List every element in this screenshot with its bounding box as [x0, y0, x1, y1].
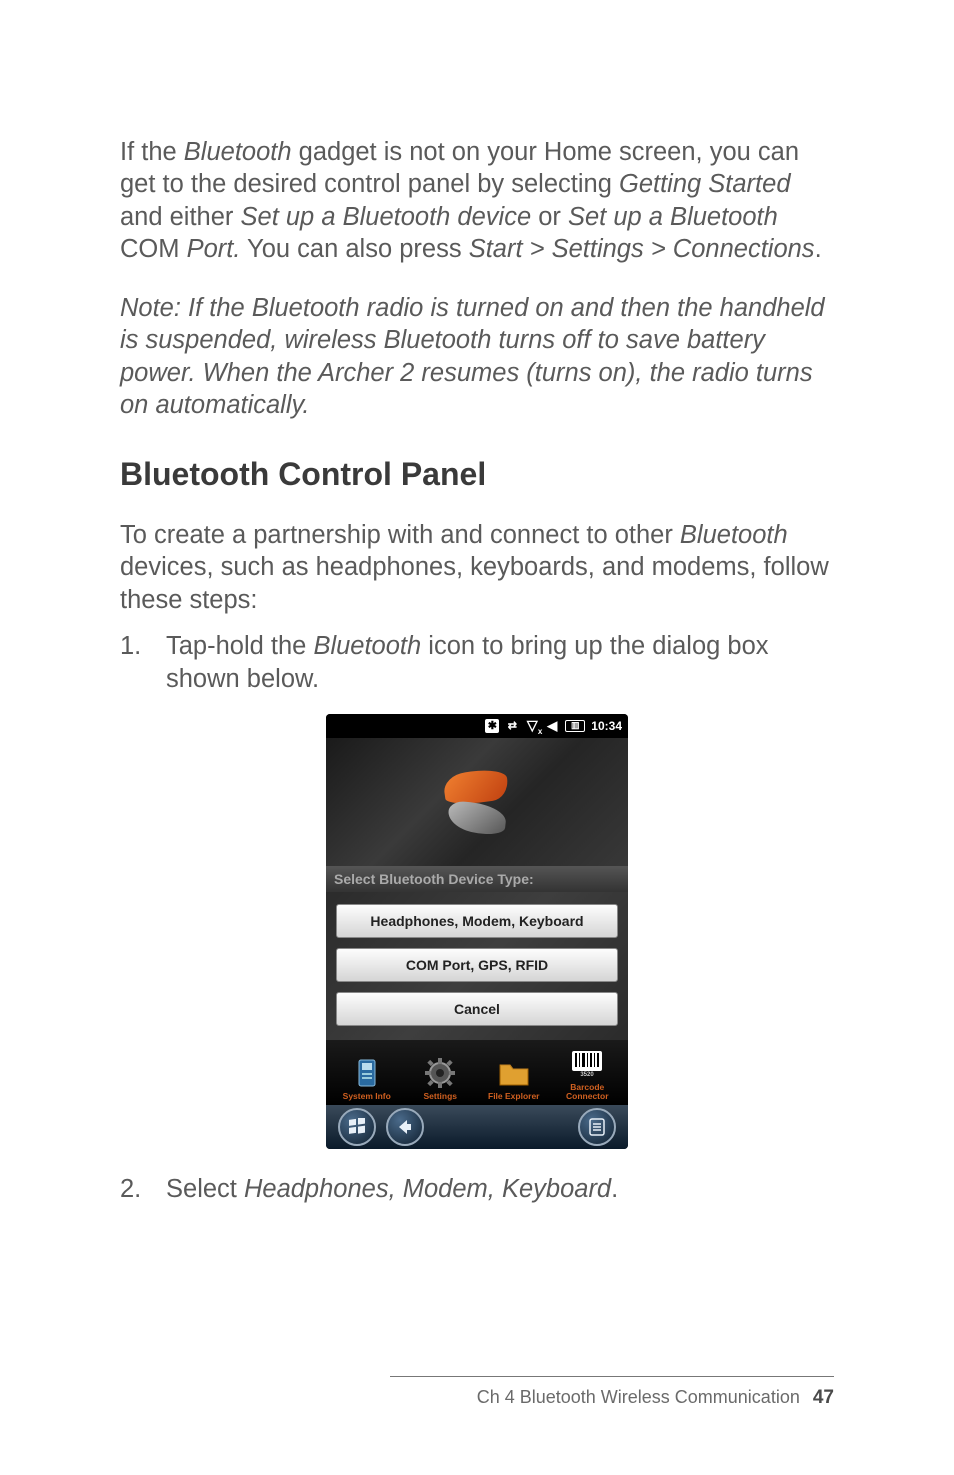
text: devices, such as headphones, keyboards, …: [120, 553, 829, 614]
bluetooth-status-icon: ✱: [485, 719, 499, 733]
text: .: [611, 1175, 618, 1203]
dock-file-explorer[interactable]: File Explorer: [482, 1057, 546, 1101]
page-footer: Ch 4 Bluetooth Wireless Communication 47: [477, 1387, 834, 1409]
menu-button[interactable]: [578, 1108, 616, 1146]
text: or: [531, 203, 568, 231]
cancel-button[interactable]: Cancel: [336, 992, 618, 1026]
footer-rule: [390, 1376, 834, 1377]
select-device-type-label: Select Bluetooth Device Type:: [326, 866, 628, 892]
step-2: 2. Select Headphones, Modem, Keyboard.: [120, 1173, 834, 1206]
soft-key-bar: [326, 1105, 628, 1149]
dock-settings[interactable]: Settings: [408, 1057, 472, 1101]
text: Tap-hold the: [166, 632, 313, 660]
gear-icon: [424, 1057, 456, 1089]
text-italic: Port.: [187, 235, 241, 263]
text-italic: Set up a Bluetooth: [568, 203, 778, 231]
dock-label: BarcodeConnector: [566, 1083, 609, 1102]
dock-system-info[interactable]: System Info: [335, 1057, 399, 1101]
text-italic: Set up a Bluetooth device: [241, 203, 532, 231]
headphones-modem-keyboard-button[interactable]: Headphones, Modem, Keyboard: [336, 904, 618, 938]
com-port-gps-rfid-button[interactable]: COM Port, GPS, RFID: [336, 948, 618, 982]
text-italic: Start > Settings > Connections: [469, 235, 815, 263]
text-italic: Getting Started: [619, 170, 791, 198]
text-italic: Headphones, Modem, Keyboard: [244, 1175, 611, 1203]
text: If the: [120, 138, 184, 166]
step-number: 1.: [120, 630, 141, 663]
start-button[interactable]: [338, 1108, 376, 1146]
para-intro: If the Bluetooth gadget is not on your H…: [120, 136, 834, 267]
dock-barcode-connector[interactable]: 3520 BarcodeConnector: [555, 1048, 619, 1102]
folder-icon: [498, 1057, 530, 1089]
text: To create a partnership with and connect…: [120, 521, 680, 549]
dock: System Info Settings File Explorer: [326, 1040, 628, 1106]
logo-area: [326, 738, 628, 866]
system-info-icon: [351, 1057, 383, 1089]
step-number: 2.: [120, 1173, 141, 1206]
text: and either: [120, 203, 241, 231]
text-italic: Bluetooth: [184, 138, 292, 166]
connection-status-icon: ⇄: [505, 719, 519, 733]
signal-status-icon: ▽x: [525, 719, 539, 733]
footer-chapter: Ch 4 Bluetooth Wireless Communication: [477, 1387, 800, 1407]
text-italic: Bluetooth: [313, 632, 421, 660]
swirl-logo-icon: [438, 771, 516, 833]
dialog-body: Headphones, Modem, Keyboard COM Port, GP…: [326, 892, 628, 1040]
text-italic: Bluetooth: [680, 521, 788, 549]
heading-bluetooth-control-panel: Bluetooth Control Panel: [120, 456, 834, 493]
para-intro-steps: To create a partnership with and connect…: [120, 519, 834, 617]
device-screenshot: ✱ ⇄ ▽x ◀ ▥ 10:34 Select Bluetooth Device…: [120, 714, 834, 1150]
back-button[interactable]: [386, 1108, 424, 1146]
barcode-icon: 3520: [571, 1048, 603, 1080]
footer-page-number: 47: [813, 1387, 834, 1408]
status-time: 10:34: [591, 719, 622, 733]
status-bar: ✱ ⇄ ▽x ◀ ▥ 10:34: [326, 714, 628, 738]
text: .: [815, 235, 822, 263]
text: COM: [120, 235, 187, 263]
dock-label: File Explorer: [488, 1092, 540, 1101]
dock-label: System Info: [343, 1092, 391, 1101]
battery-status-icon: ▥: [565, 720, 585, 732]
dock-label: Settings: [423, 1092, 457, 1101]
text: You can also press: [240, 235, 468, 263]
para-note: Note: If the Bluetooth radio is turned o…: [120, 292, 834, 423]
volume-status-icon: ◀: [545, 719, 559, 733]
device-frame: ✱ ⇄ ▽x ◀ ▥ 10:34 Select Bluetooth Device…: [326, 714, 628, 1150]
svg-text:3520: 3520: [581, 1072, 595, 1077]
text: Select: [166, 1175, 244, 1203]
step-1: 1. Tap-hold the Bluetooth icon to bring …: [120, 630, 834, 695]
